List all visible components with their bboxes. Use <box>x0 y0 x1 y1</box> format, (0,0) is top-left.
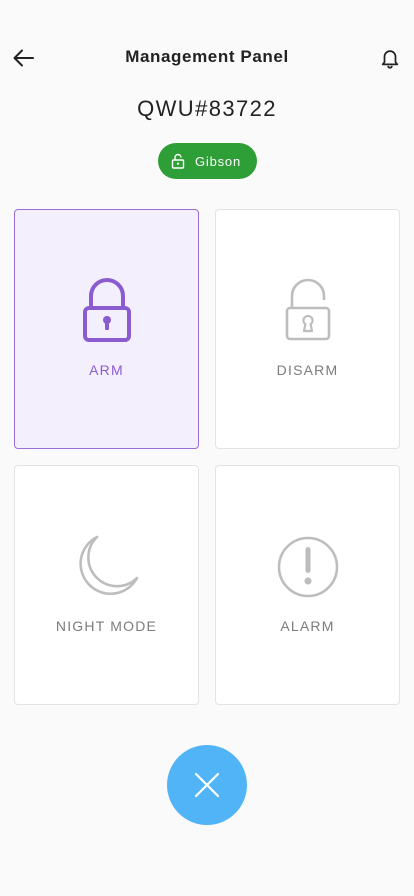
moon-icon <box>15 534 198 600</box>
mode-tile-alarm[interactable]: ALARM <box>215 465 400 705</box>
page-title: Management Panel <box>125 47 289 66</box>
bell-icon <box>381 50 399 69</box>
mode-tile-disarm[interactable]: DISARM <box>215 209 400 449</box>
notifications-button[interactable] <box>374 42 406 74</box>
close-fab-button[interactable] <box>167 745 247 825</box>
mode-label-disarm: DISARM <box>276 362 339 378</box>
lock-open-icon <box>170 153 186 169</box>
close-icon <box>194 772 220 798</box>
device-id: QWU#83722 <box>137 96 277 121</box>
mode-tile-night-mode[interactable]: NIGHT MODE <box>14 465 199 705</box>
mode-label-alarm: ALARM <box>280 618 335 634</box>
alert-circle-icon <box>216 534 399 600</box>
user-badge[interactable]: Gibson <box>158 143 257 179</box>
management-panel-screen: Management Panel QWU#83722 Gibson ARM DI… <box>0 0 414 896</box>
mode-label-arm: ARM <box>89 362 124 378</box>
mode-label-night-mode: NIGHT MODE <box>55 618 158 634</box>
lock-closed-icon <box>15 278 198 344</box>
user-badge-label: Gibson <box>195 153 241 169</box>
mode-tile-arm[interactable]: ARM <box>14 209 199 449</box>
lock-open-icon <box>216 278 399 344</box>
